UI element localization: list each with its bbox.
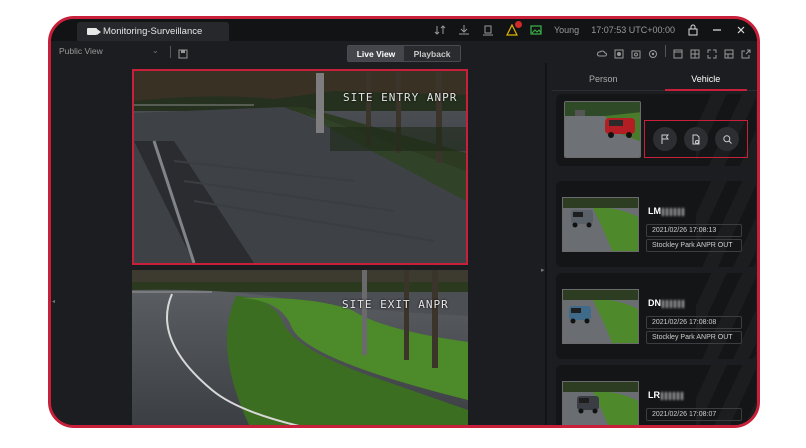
module-tab-label: Monitoring-Surveillance: [103, 26, 203, 37]
image-icon[interactable]: [530, 24, 542, 36]
search-icon: [723, 134, 732, 144]
fullscreen-icon[interactable]: [707, 46, 717, 59]
plate-redaction: [662, 299, 686, 308]
panel-divider: [545, 63, 547, 425]
minimize-icon[interactable]: [711, 24, 723, 36]
search-button[interactable]: [715, 127, 740, 151]
view-select[interactable]: Public View: [59, 46, 103, 56]
view-toolbar: Public View ⌄ Live View Playback: [51, 41, 757, 63]
exit-osd-label: SITE EXIT ANPR: [342, 298, 449, 311]
mode-switch: Live View Playback: [347, 45, 461, 62]
download-icon[interactable]: [458, 24, 470, 36]
record-icon[interactable]: [614, 46, 624, 59]
expand-panel-icon[interactable]: ▸: [541, 266, 545, 274]
doc-icon: [692, 134, 700, 144]
chevron-down-icon[interactable]: ⌄: [152, 46, 159, 55]
close-icon[interactable]: [735, 24, 747, 36]
record-time: 2021/02/26 17:08:08: [646, 316, 742, 329]
layout-icon[interactable]: [690, 46, 700, 59]
left-gutter: ◂: [51, 63, 131, 425]
user-name[interactable]: Young: [554, 25, 579, 35]
record-location: Stockley Park ANPR OUT: [646, 331, 742, 344]
grid-icon[interactable]: [724, 46, 734, 59]
plate-number: LR: [648, 390, 685, 400]
playback-button[interactable]: Playback: [404, 46, 460, 61]
save-view-icon[interactable]: [178, 46, 188, 64]
plate-number: LM: [648, 206, 686, 216]
selected-vehicle-card[interactable]: [556, 94, 756, 166]
vehicle-record[interactable]: DN 2021/02/26 17:08:08 Stockley Park ANP…: [556, 273, 756, 359]
title-bar-actions: Young 17:07:53 UTC+00:00: [434, 21, 747, 39]
vehicle-thumbnail[interactable]: [562, 197, 639, 252]
plate-redaction: [662, 207, 686, 216]
settings-icon[interactable]: [648, 46, 658, 58]
flag-icon: [661, 134, 670, 144]
module-tab[interactable]: Monitoring-Surveillance: [77, 22, 229, 41]
record-location: Stockley Park ANPR OUT: [646, 239, 742, 252]
alarm-icon[interactable]: [506, 21, 522, 36]
vehicle-thumbnail[interactable]: [562, 289, 639, 344]
panel-tabs: Person Vehicle: [552, 67, 757, 91]
flag-button[interactable]: [652, 127, 677, 151]
collapse-left-icon[interactable]: ◂: [52, 298, 55, 305]
record-time: 2021/02/26 17:08:07: [646, 408, 742, 421]
snapshot-icon[interactable]: [631, 46, 641, 59]
sort-icon[interactable]: [434, 24, 446, 36]
exit-camera-feed: [132, 270, 468, 425]
doc-button[interactable]: [683, 127, 708, 151]
alarm-badge: [514, 21, 522, 28]
export-icon[interactable]: [482, 24, 494, 36]
live-view-button[interactable]: Live View: [348, 46, 404, 61]
card-actions: [644, 120, 748, 158]
lock-icon[interactable]: [687, 24, 699, 36]
vehicle-record[interactable]: LR 2021/02/26 17:08:07: [556, 365, 756, 425]
vehicle-thumbnail[interactable]: [564, 101, 641, 158]
cloud-icon[interactable]: [597, 46, 607, 57]
toolbar-divider: [170, 46, 171, 58]
layout-tools: [597, 45, 751, 59]
tab-vehicle[interactable]: Vehicle: [655, 67, 758, 91]
popout-icon[interactable]: [741, 46, 751, 59]
clock: 17:07:53 UTC+00:00: [591, 25, 675, 35]
app-window: Monitoring-Surveillance Young 17:07:53 U…: [48, 16, 760, 428]
video-tile-exit[interactable]: SITE EXIT ANPR: [132, 270, 468, 425]
plate-number: DN: [648, 298, 686, 308]
tool-divider: [665, 45, 666, 57]
record-time: 2021/02/26 17:08:13: [646, 224, 742, 237]
window-icon[interactable]: [673, 46, 683, 59]
plate-redaction: [661, 391, 685, 400]
entry-osd-label: SITE ENTRY ANPR: [343, 91, 458, 104]
vehicle-thumbnail[interactable]: [562, 381, 639, 425]
video-tile-entry[interactable]: SITE ENTRY ANPR: [132, 69, 468, 265]
vehicle-record[interactable]: LM 2021/02/26 17:08:13 Stockley Park ANP…: [556, 181, 756, 267]
camera-icon: [87, 28, 101, 35]
tab-person[interactable]: Person: [552, 67, 655, 90]
title-bar: Monitoring-Surveillance Young 17:07:53 U…: [51, 19, 757, 41]
